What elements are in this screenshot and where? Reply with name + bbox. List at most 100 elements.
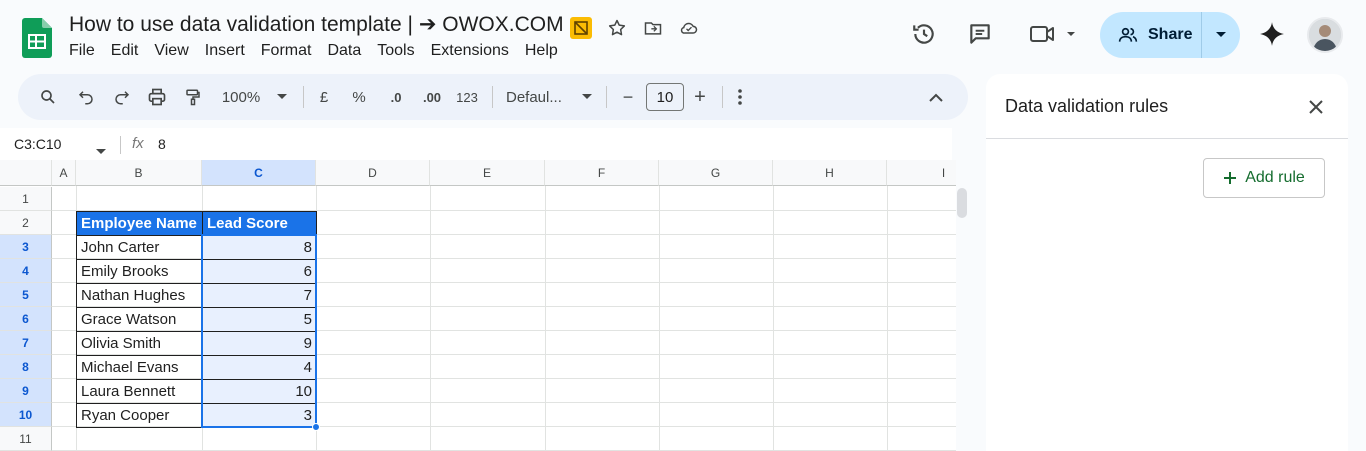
table-cell-name[interactable]: John Carter	[76, 235, 203, 260]
select-all-corner[interactable]	[0, 160, 52, 186]
row-header-11[interactable]: 11	[0, 427, 52, 451]
table-cell-score[interactable]: 8	[202, 235, 317, 260]
table-header-employee-name[interactable]: Employee Name	[76, 211, 203, 236]
table-cell-score[interactable]: 9	[202, 331, 317, 356]
share-main-button[interactable]: Share	[1100, 12, 1202, 58]
table-cell-name[interactable]: Nathan Hughes	[76, 283, 203, 308]
font-dropdown-icon[interactable]	[580, 74, 594, 120]
column-header-f[interactable]: F	[545, 160, 659, 186]
spreadsheet-grid[interactable]: A B C D E F G H I 1 2 3 4 5 6 7 8 9 10 1…	[0, 160, 956, 451]
row-header-3[interactable]: 3	[0, 235, 52, 259]
column-header-a[interactable]: A	[52, 160, 76, 186]
plus-icon	[1224, 172, 1237, 184]
row-header-4[interactable]: 4	[0, 259, 52, 283]
share-button[interactable]: Share	[1100, 12, 1240, 58]
column-header-e[interactable]: E	[430, 160, 545, 186]
row-header-7[interactable]: 7	[0, 331, 52, 355]
menu-format[interactable]: Format	[261, 42, 312, 60]
row-header-10[interactable]: 10	[0, 403, 52, 427]
menu-extensions[interactable]: Extensions	[431, 42, 509, 60]
table-cell-name[interactable]: Ryan Cooper	[76, 403, 203, 428]
table-cell-score[interactable]: 3	[202, 403, 317, 428]
menu-data[interactable]: Data	[327, 42, 361, 60]
row-header-6[interactable]: 6	[0, 307, 52, 331]
table-cell-name[interactable]: Michael Evans	[76, 355, 203, 380]
table-cell-name[interactable]: Olivia Smith	[76, 331, 203, 356]
increase-decimal-label: .00	[422, 89, 442, 105]
currency-format-button[interactable]: £	[314, 74, 334, 120]
table-cell-score[interactable]: 6	[202, 259, 317, 284]
menu-file[interactable]: File	[69, 42, 95, 60]
column-header-g[interactable]: G	[659, 160, 773, 186]
panel-divider	[986, 138, 1348, 139]
number-format-button[interactable]: 123	[454, 74, 480, 120]
add-rule-label: Add rule	[1245, 169, 1305, 186]
undo-icon[interactable]	[74, 74, 98, 120]
star-icon[interactable]	[604, 15, 630, 41]
close-icon[interactable]	[1304, 95, 1328, 119]
redo-icon[interactable]	[110, 74, 134, 120]
toolbar: 100% £ % .0 .00 123 Defaul... − 10 +	[18, 74, 968, 120]
move-folder-icon[interactable]	[640, 15, 666, 41]
fill-handle[interactable]	[312, 423, 320, 431]
menu-view[interactable]: View	[154, 42, 188, 60]
menu-tools[interactable]: Tools	[377, 42, 414, 60]
decrease-decimal-label: .0	[390, 89, 402, 105]
percent-format-button[interactable]: %	[348, 74, 370, 120]
decrease-decimal-button[interactable]: .0	[382, 74, 410, 120]
search-menus-icon[interactable]	[36, 74, 60, 120]
table-cell-name[interactable]: Grace Watson	[76, 307, 203, 332]
paint-format-icon[interactable]	[181, 74, 205, 120]
table-header-lead-score[interactable]: Lead Score	[202, 211, 317, 236]
avatar[interactable]	[1307, 17, 1343, 53]
name-box-dropdown-icon[interactable]	[96, 142, 106, 160]
meet-call-icon[interactable]	[1024, 14, 1080, 54]
column-header-c[interactable]: C	[202, 160, 316, 186]
share-dropdown-icon[interactable]	[1202, 31, 1240, 39]
row-header-2[interactable]: 2	[0, 211, 52, 235]
column-header-i[interactable]: I	[887, 160, 956, 186]
fx-icon: fx	[132, 135, 144, 152]
column-header-b[interactable]: B	[76, 160, 202, 186]
gemini-sparkle-icon[interactable]	[1252, 14, 1292, 54]
table-cell-score[interactable]: 5	[202, 307, 317, 332]
menu-help[interactable]: Help	[525, 42, 558, 60]
menu-insert[interactable]: Insert	[205, 42, 245, 60]
comments-icon[interactable]	[960, 14, 1000, 54]
column-header-d[interactable]: D	[316, 160, 430, 186]
panel-title: Data validation rules	[1005, 96, 1169, 116]
name-box[interactable]: C3:C10	[14, 136, 61, 152]
formula-input[interactable]: 8	[158, 136, 166, 152]
row-header-8[interactable]: 8	[0, 355, 52, 379]
share-label: Share	[1148, 26, 1193, 43]
font-size-input[interactable]: 10	[646, 83, 684, 111]
table-cell-score[interactable]: 4	[202, 355, 317, 380]
menu-edit[interactable]: Edit	[111, 42, 139, 60]
add-rule-button[interactable]: Add rule	[1203, 158, 1325, 198]
column-header-h[interactable]: H	[773, 160, 887, 186]
vertical-scrollbar[interactable]	[957, 188, 967, 218]
row-header-9[interactable]: 9	[0, 379, 52, 403]
print-icon[interactable]	[145, 74, 169, 120]
collapse-toolbar-icon[interactable]	[926, 74, 946, 120]
data-validation-panel	[986, 74, 1348, 451]
increase-font-size-button[interactable]: +	[690, 74, 710, 120]
font-select[interactable]: Defaul...	[506, 74, 570, 120]
increase-decimal-button[interactable]: .00	[418, 74, 446, 120]
table-cell-score[interactable]: 10	[202, 379, 317, 404]
table-cell-name[interactable]: Emily Brooks	[76, 259, 203, 284]
template-badge-icon[interactable]	[568, 15, 594, 41]
version-history-icon[interactable]	[904, 14, 944, 54]
cloud-status-icon[interactable]	[676, 15, 702, 41]
zoom-dropdown-icon[interactable]	[274, 74, 290, 120]
decrease-font-size-button[interactable]: −	[618, 74, 638, 120]
sheets-logo-icon[interactable]	[22, 18, 52, 58]
table-cell-name[interactable]: Laura Bennett	[76, 379, 203, 404]
document-title[interactable]: How to use data validation template | ➔ …	[69, 12, 564, 37]
menu-bar: File Edit View Insert Format Data Tools …	[69, 42, 574, 60]
table-cell-score[interactable]: 7	[202, 283, 317, 308]
zoom-select[interactable]: 100%	[216, 74, 266, 120]
row-header-5[interactable]: 5	[0, 283, 52, 307]
row-header-1[interactable]: 1	[0, 187, 52, 211]
more-options-icon[interactable]	[732, 74, 748, 120]
